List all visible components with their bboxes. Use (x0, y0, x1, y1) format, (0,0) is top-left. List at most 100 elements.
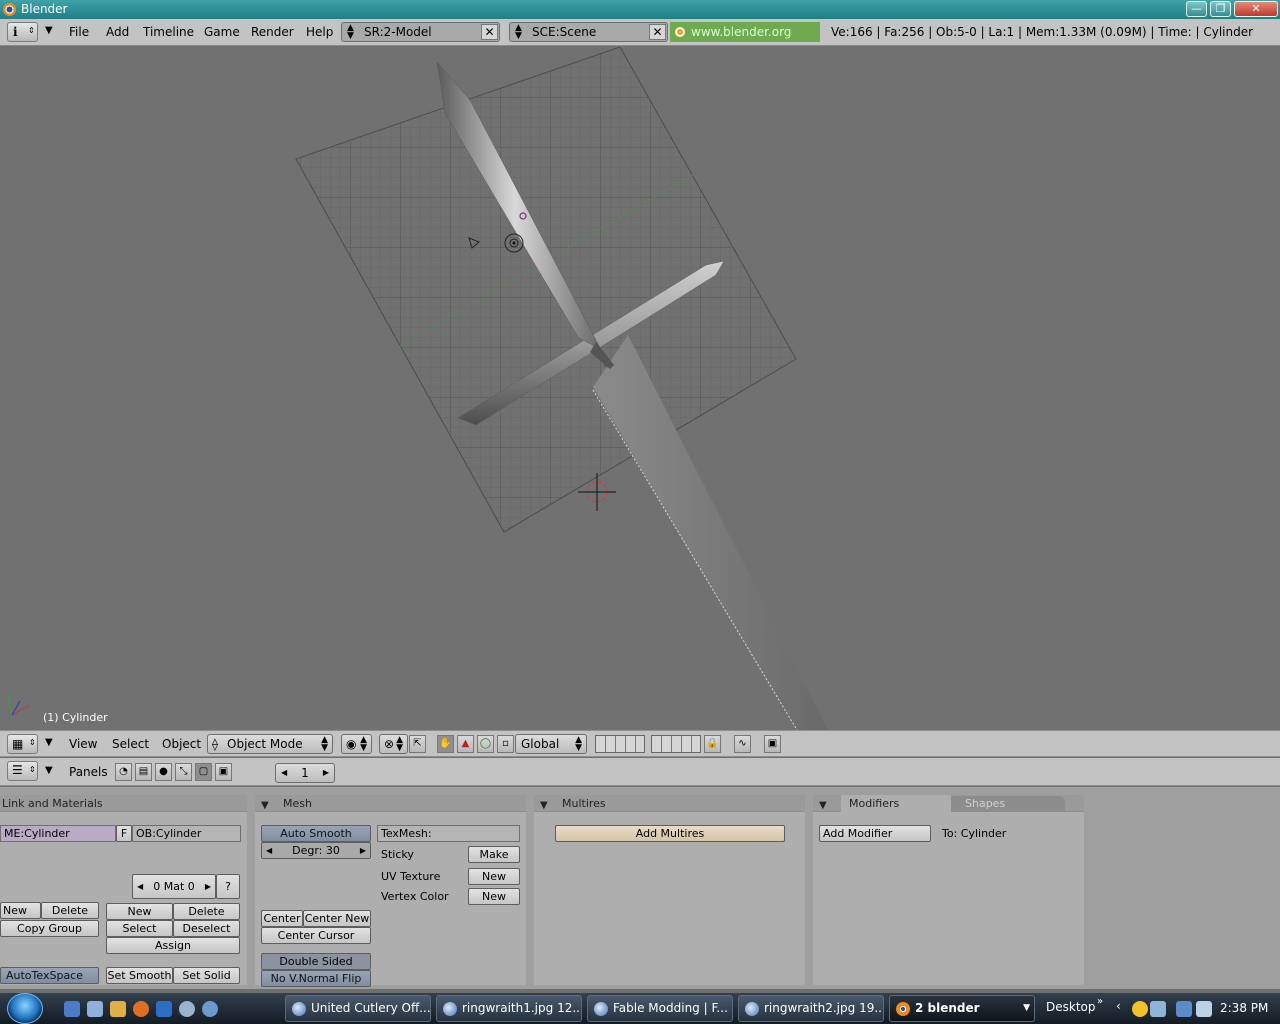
minimize-button[interactable]: — (1186, 1, 1207, 17)
orientation-dropdown[interactable]: Global ▲ ▼ (515, 734, 587, 754)
copy-group-button[interactable]: Copy Group (0, 920, 99, 937)
material-help-button[interactable]: ? (216, 874, 240, 899)
scene-selector[interactable]: ▲ ▼ SCE:Scene ✕ (509, 22, 668, 42)
material-index-field[interactable]: ◀ 0 Mat 0 ▶ (132, 874, 216, 899)
add-modifier-button[interactable]: Add Modifier (819, 825, 931, 842)
rotate-manipulator-icon[interactable]: ◯ (477, 735, 494, 753)
messenger-tray-icon[interactable] (1132, 1001, 1148, 1017)
desktop-toolbar-label[interactable]: Desktop (1046, 1000, 1096, 1014)
set-smooth-button[interactable]: Set Smooth (106, 967, 173, 984)
script-tab-icon[interactable]: ▤ (135, 763, 152, 781)
tab-modifiers[interactable]: Modifiers (841, 795, 951, 812)
logic-tab-icon[interactable]: ◔ (115, 763, 132, 781)
panel-header[interactable]: Link and Materials (0, 795, 247, 812)
draw-type-dropdown[interactable]: ◉ ▲ ▼ (341, 734, 372, 754)
task-ringwraith1[interactable]: ringwraith1.jpg 12... (436, 995, 582, 1022)
center-button[interactable]: Center (261, 910, 303, 927)
manipulator-hand-icon[interactable]: ✋ (437, 735, 454, 753)
mode-dropdown[interactable]: ⟠ Object Mode ▲ ▼ (207, 734, 333, 754)
menu-render[interactable]: Render (251, 25, 294, 39)
editing-tab-icon[interactable]: ▢ (195, 763, 212, 781)
task-ringwraith2[interactable]: ringwraith2.jpg 19... (738, 995, 884, 1022)
panel-header[interactable]: ▼ Multires (534, 795, 805, 812)
scene-tab-icon[interactable]: ▣ (215, 763, 232, 781)
maximize-button[interactable]: ❐ (1210, 1, 1231, 17)
task-united-cutlery[interactable]: United Cutlery Off... (285, 995, 431, 1022)
tray-expand-icon[interactable]: ‹ (1116, 999, 1121, 1013)
panel-collapse-icon[interactable]: ▼ (819, 797, 827, 814)
internet-explorer-icon[interactable] (202, 1001, 218, 1017)
frame-number-field[interactable]: ◀ 1 ▶ (275, 763, 335, 783)
layer-buttons-group-2[interactable] (651, 735, 701, 753)
vertex-group-new-button[interactable]: New (0, 902, 41, 919)
material-delete-button[interactable]: Delete (173, 903, 240, 920)
object-tab-icon[interactable]: ⤡ (175, 763, 192, 781)
panel-collapse-icon[interactable]: ▼ (540, 797, 548, 814)
network-tray-icon[interactable] (1150, 1001, 1166, 1017)
buttons-window-icon[interactable]: ☰ ⇕ (7, 761, 38, 781)
material-assign-button[interactable]: Assign (106, 937, 240, 954)
menu-view[interactable]: View (69, 737, 97, 751)
translate-manipulator-icon[interactable]: ▲ (457, 735, 474, 753)
media-player-icon[interactable] (110, 1001, 126, 1017)
panel-collapse-icon[interactable]: ▼ (261, 797, 269, 814)
screen-selector[interactable]: ▲ ▼ SR:2-Model ✕ (341, 22, 500, 42)
mesh-name-field[interactable]: ME:Cylinder (0, 825, 116, 842)
auto-smooth-toggle[interactable]: Auto Smooth (261, 825, 371, 842)
material-select-button[interactable]: Select (106, 920, 173, 937)
fake-user-button[interactable]: F (116, 825, 132, 842)
set-solid-button[interactable]: Set Solid (173, 967, 240, 984)
viewport-scene[interactable] (0, 47, 1280, 730)
material-new-button[interactable]: New (106, 903, 173, 920)
sticky-make-button[interactable]: Make (468, 846, 520, 863)
vertex-group-delete-button[interactable]: Delete (41, 902, 99, 919)
uv-texture-new-button[interactable]: New (468, 868, 520, 885)
delete-screen-icon[interactable]: ✕ (481, 24, 498, 40)
menu-game[interactable]: Game (204, 25, 240, 39)
start-menu-icon[interactable] (7, 993, 43, 1024)
delete-scene-icon[interactable]: ✕ (649, 24, 666, 40)
switch-windows-icon[interactable] (87, 1001, 103, 1017)
close-button[interactable]: ✕ (1234, 1, 1278, 17)
proportional-edit-icon[interactable]: ∿ (734, 735, 751, 753)
task-blender[interactable]: 2 blender ▼ (889, 995, 1035, 1022)
object-name-field[interactable]: OB:Cylinder (132, 825, 241, 842)
lock-layers-icon[interactable]: 🔒 (704, 735, 721, 753)
toolbar-expand-icon[interactable]: » (1097, 996, 1103, 1007)
no-vnormal-flip-toggle[interactable]: No V.Normal Flip (261, 970, 371, 987)
menu-timeline[interactable]: Timeline (143, 25, 194, 39)
texmesh-field[interactable]: TexMesh: (377, 825, 520, 842)
info-window-type-icon[interactable]: i ⇕ (7, 22, 38, 42)
tab-shapes[interactable]: Shapes (951, 796, 1065, 811)
menu-help[interactable]: Help (306, 25, 333, 39)
3d-viewport[interactable]: (1) Cylinder (0, 47, 1280, 730)
add-multires-button[interactable]: Add Multires (555, 825, 785, 842)
clock[interactable]: 2:38 PM (1220, 1001, 1268, 1015)
render-preview-icon[interactable]: ▣ (764, 735, 781, 753)
scale-manipulator-icon[interactable]: ▫ (497, 735, 514, 753)
double-sided-toggle[interactable]: Double Sided (261, 953, 371, 970)
layer-buttons-group-1[interactable] (595, 735, 645, 753)
center-cursor-button[interactable]: Center Cursor (261, 927, 371, 944)
center-new-button[interactable]: Center New (303, 910, 371, 927)
volume-icon[interactable] (1196, 1001, 1212, 1017)
header-collapse-icon[interactable]: ▼ (45, 25, 53, 36)
header-collapse-icon[interactable]: ▼ (45, 765, 53, 776)
group-dropdown-icon[interactable]: ▼ (1023, 996, 1030, 1021)
menu-select[interactable]: Select (112, 737, 149, 751)
panel-header[interactable]: ▼ Mesh (255, 795, 526, 812)
shading-tab-icon[interactable]: ● (155, 763, 172, 781)
firefox-icon[interactable] (133, 1001, 149, 1017)
task-fable-modding[interactable]: Fable Modding | F... (587, 995, 733, 1022)
header-collapse-icon[interactable]: ▼ (45, 737, 53, 748)
messenger-icon[interactable] (156, 1001, 172, 1017)
material-deselect-button[interactable]: Deselect (173, 920, 240, 937)
restrict-center-icon[interactable]: ⇱ (409, 735, 426, 753)
autotexspace-toggle[interactable]: AutoTexSpace (0, 967, 99, 984)
browser-icon[interactable] (179, 1001, 195, 1017)
show-desktop-icon[interactable] (64, 1001, 80, 1017)
vertex-color-new-button[interactable]: New (468, 888, 520, 905)
pivot-dropdown[interactable]: ⊗ ▲ ▼ (379, 734, 408, 754)
network-connection-icon[interactable] (1176, 1001, 1192, 1017)
menu-file[interactable]: File (69, 25, 89, 39)
